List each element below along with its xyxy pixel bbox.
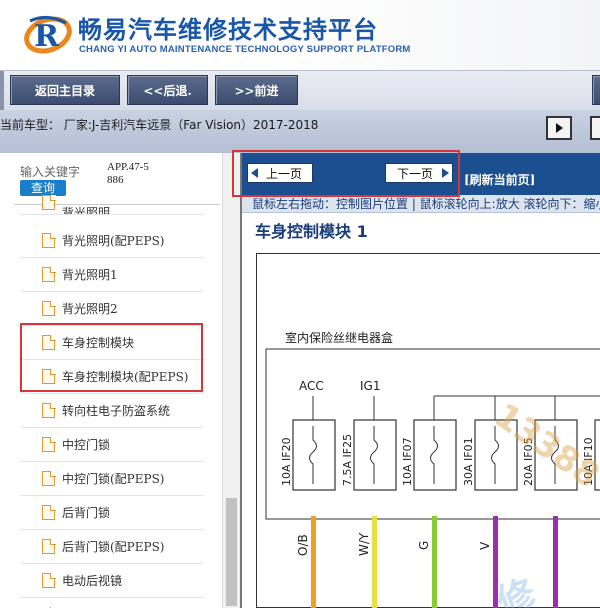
watermark-logo: 修 [491,571,543,608]
list-item[interactable]: 背光照明(配PEPS) [20,224,204,258]
list-item-label: 背光照明2 [62,302,118,316]
list-item-label: 背光照明1 [62,268,118,282]
list-item-label: 中控门锁(配PEPS) [62,472,165,486]
wire-label: O/B [296,534,310,556]
nav-toolbar: 返回主目录 <<后退. >>前进 [0,70,600,111]
brand-subtitle: CHANG YI AUTO MAINTENANCE TECHNOLOGY SUP… [79,44,411,55]
list-item-label: 后背门锁(配PEPS) [62,540,165,554]
document-icon [42,470,56,486]
wiring-diagram[interactable]: 室内保险丝继电器盒 ACC IG1 10A IF20 7.5A IF25 10A… [256,253,600,608]
list-item[interactable]: 转向柱电子防盗系统 [20,394,204,428]
page-title: 车身控制模块 1 [255,222,368,241]
brand-logo-icon: R [24,16,72,54]
back-button[interactable]: <<后退. [127,75,208,105]
source-label: ACC [299,379,324,393]
wire-label: W/Y [357,532,371,556]
fuse-label: 10A IF07 [401,437,414,486]
play-icon[interactable] [546,116,572,140]
forward-button[interactable]: >>前进 [215,75,298,105]
toolbar-overflow-button[interactable] [592,75,600,105]
app-header: R 畅易汽车维修技术支持平台 CHANG YI AUTO MAINTENANCE… [0,0,600,70]
list-item-label: 电动后视镜 [62,574,123,588]
list-item[interactable]: 后背门锁(配PEPS) [20,530,204,564]
fuse-label: 10A IF20 [280,437,293,486]
refresh-link[interactable]: [刷新当前页] [464,171,535,188]
annotation-box-menu [20,323,203,392]
list-item-partial[interactable]: 背光照明 [20,193,204,215]
sidebar-scrollbar[interactable] [222,153,240,608]
document-icon [42,300,56,316]
list-item-label: 后背门锁 [62,506,111,520]
edge-button[interactable] [590,116,600,140]
relay-box-label: 室内保险丝继电器盒 [285,330,393,345]
list-item-label: 转向柱电子防盗系统 [62,404,171,418]
fuse-label: 7.5A IF25 [341,434,354,486]
document-icon [42,572,56,588]
home-button[interactable]: 返回主目录 [10,75,120,105]
source-label: IG1 [360,379,380,393]
document-icon [42,436,56,452]
list-item[interactable]: 电动后视镜 [20,564,204,598]
wiring-diagram-svg: 室内保险丝继电器盒 ACC IG1 10A IF20 7.5A IF25 10A… [265,330,600,608]
list-item[interactable]: 背光照明2 [20,292,204,326]
list-item[interactable]: 中控门锁 [20,428,204,462]
list-item[interactable]: 后背门锁 [20,496,204,530]
wire-label: G [417,541,431,550]
vehicle-bar: 当前车型： 厂家:J-吉利汽车远景（Far Vision）2017-2018 [0,110,600,153]
app-code: APP.47-5886 [107,161,149,186]
list-item-label: 中控门锁 [62,438,111,452]
scrollbar-thumb[interactable] [226,498,237,606]
play-arrow-icon [555,123,563,133]
toolbar-edge [0,71,4,111]
document-icon [42,538,56,554]
fuse-label: 30A IF01 [462,437,475,486]
list-item-label: 背光照明(配PEPS) [62,234,165,248]
list-item[interactable]: 背光照明1 [20,258,204,292]
brand-title: 畅易汽车维修技术支持平台 [78,16,378,44]
document-icon [42,194,56,210]
document-icon [42,232,56,248]
list-item-label: 背光照明 [62,206,111,215]
content-frame: 上一页 下一页 [刷新当前页] 鼠标左右拖动：控制图片位置 | 鼠标滚轮向上:放… [240,153,600,608]
document-icon [42,266,56,282]
search-input[interactable]: 输入关键字 [20,163,80,180]
document-icon [42,402,56,418]
list-item[interactable]: 中控门锁(配PEPS) [20,462,204,496]
document-icon [42,504,56,520]
wire-label: V [478,541,492,550]
list-item-partial-bottom[interactable] [20,598,204,608]
annotation-box-page-nav [232,150,460,197]
hint-bar: 鼠标左右拖动：控制图片位置 | 鼠标滚轮向上:放大 滚轮向下：缩小 [242,195,600,213]
svg-text:R: R [34,19,60,54]
current-vehicle-label: 当前车型： 厂家:J-吉利汽车远景（Far Vision）2017-2018 [0,118,319,132]
